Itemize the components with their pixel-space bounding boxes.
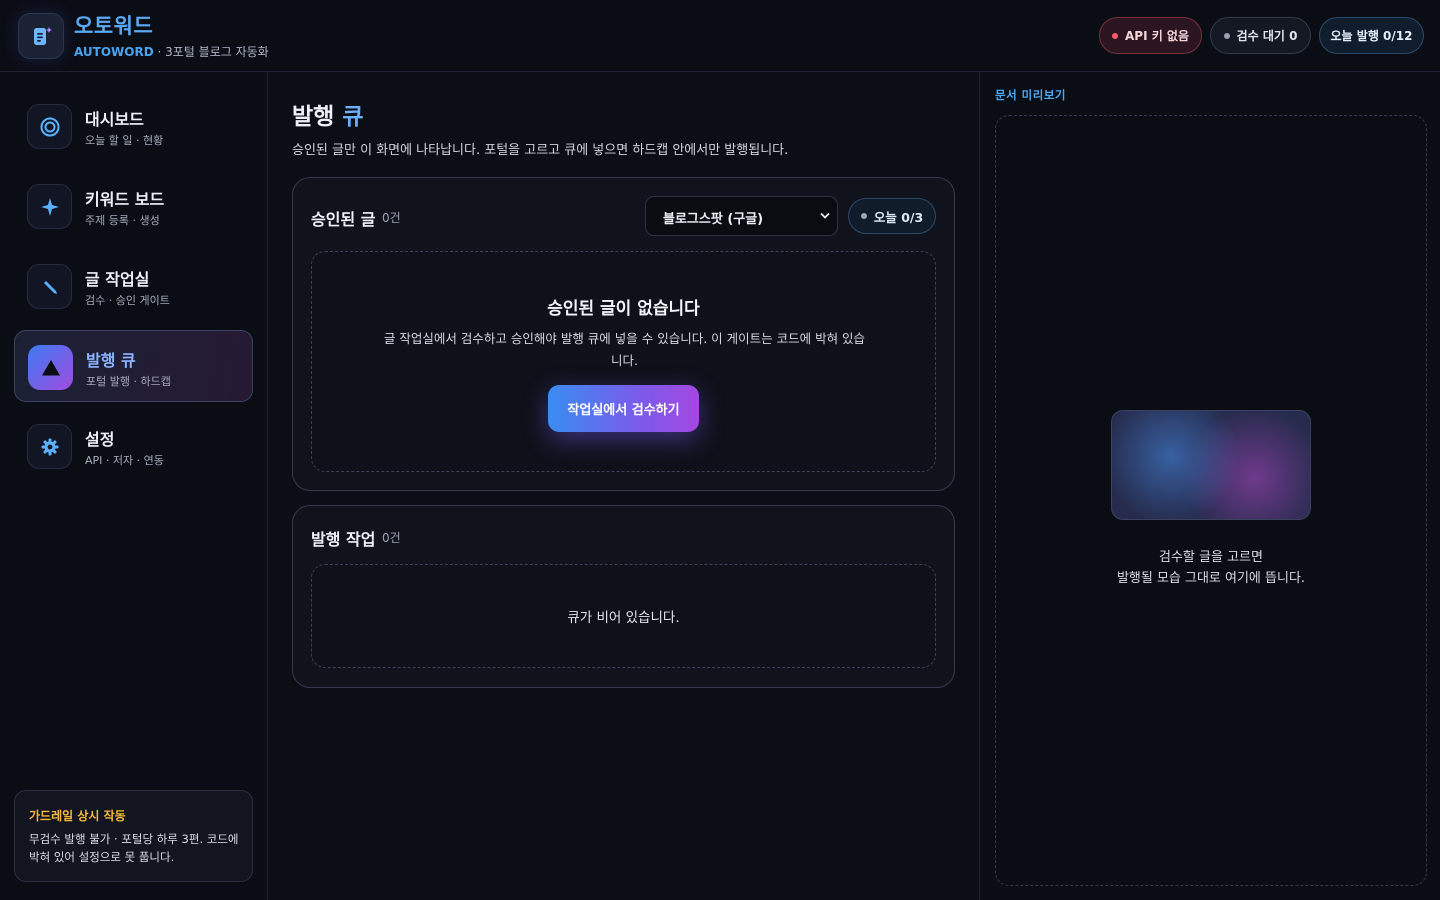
page-title-prefix: 발행 [292,104,343,130]
sidebar-item-publish-queue[interactable]: 발행 큐 포털 발행 · 하드캡 [14,330,253,402]
page-title: 발행 큐 [292,97,364,131]
publish-queue-empty-state: 큐가 비어 있습니다. [311,564,936,668]
api-key-status-label: API 키 없음 [1124,29,1190,43]
preview-label: 문서 미리보기 [995,88,1066,102]
guardrail-notice: 가드레일 상시 작동 무검수 발행 불가 · 포털당 하루 3편. 코드에 박혀… [14,790,253,882]
app-title: 오토워드 [74,14,154,38]
sidebar-item-writing-room[interactable]: 글 작업실 검수 · 승인 게이트 [14,250,253,322]
sidebar-item-title: 대시보드 [85,110,144,129]
sidebar-item-keyword-board[interactable]: 키워드 보드 주제 등록 · 생성 [14,170,253,242]
main-content: 발행 큐 승인된 글만 이 화면에 나타납니다. 포털을 고르고 큐에 넣으면 … [268,72,979,900]
approved-posts-count: 0건 [382,211,401,225]
sidebar-item-subtitle: 검수 · 승인 게이트 [85,294,170,307]
sidebar-item-title: 키워드 보드 [85,190,165,209]
status-dot-icon [1223,32,1230,39]
guardrail-title: 가드레일 상시 작동 [29,809,126,823]
guardrail-text: 무검수 발행 불가 · 포털당 하루 3편. 코드에 박혀 있어 설정으로 못 … [29,832,239,864]
sidebar-item-subtitle: 주제 등록 · 생성 [85,214,160,227]
app-header: 오토워드 AUTOWORD · 3포털 블로그 자동화 API 키 없음 검수 … [0,0,1440,72]
pencil-icon [27,264,72,309]
today-published-badge[interactable]: 오늘 발행 0/12 [1319,17,1424,54]
empty-state-title: 승인된 글이 없습니다 [547,299,700,319]
sidebar-item-subtitle: 포털 발행 · 하드캡 [86,375,171,388]
triangle-icon [28,345,73,390]
today-published-label: 오늘 발행 0/12 [1330,29,1413,43]
page-title-accent: 큐 [342,104,364,130]
sidebar-item-title: 글 작업실 [85,270,150,289]
portal-select[interactable]: 블로그스팟 (구글) [645,196,838,236]
portal-quota-label: 오늘 0/3 [873,209,924,225]
review-pending-badge[interactable]: 검수 대기 0 [1210,17,1311,54]
queue-empty-text: 큐가 비어 있습니다. [567,610,680,626]
publish-jobs-count: 0건 [382,531,401,545]
chevron-down-icon [820,212,830,219]
preview-hint-line: 발행될 모습 그대로 여기에 뜹니다. [1116,571,1306,586]
approved-empty-state: 승인된 글이 없습니다 글 작업실에서 검수하고 승인해야 발행 큐에 넣을 수… [311,251,936,472]
sidebar-item-subtitle: API · 저자 · 연동 [85,454,164,467]
approved-posts-title: 승인된 글 [311,210,376,229]
preview-hint-line: 검수할 글을 고르면 [1159,550,1263,565]
approved-posts-card: 승인된 글 0건 블로그스팟 (구글) 오늘 0/3 승인된 글이 없습니다 글… [292,177,955,491]
review-pending-label: 검수 대기 0 [1236,29,1298,43]
portal-select-value: 블로그스팟 (구글) [663,212,764,227]
preview-panel: 문서 미리보기 검수할 글을 고르면 발행될 모습 그대로 여기에 뜹니다. [979,72,1440,900]
api-key-status-badge[interactable]: API 키 없음 [1099,17,1202,54]
sidebar-item-subtitle: 오늘 할 일 · 현황 [85,134,164,147]
document-preview-frame: 검수할 글을 고르면 발행될 모습 그대로 여기에 뜹니다. [995,115,1427,886]
status-dot-icon [1111,32,1118,39]
brand-name: AUTOWORD [74,45,154,59]
sidebar-item-settings[interactable]: 설정 API · 저자 · 연동 [14,410,253,482]
sidebar-item-title: 발행 큐 [86,351,136,370]
page-description: 승인된 글만 이 화면에 나타납니다. 포털을 고르고 큐에 넣으면 하드캡 안… [292,143,789,158]
preview-hint: 검수할 글을 고르면 발행될 모습 그대로 여기에 뜹니다. [996,547,1426,589]
sidebar-item-dashboard[interactable]: 대시보드 오늘 할 일 · 현황 [14,90,253,162]
sidebar: 대시보드 오늘 할 일 · 현황 키워드 보드 주제 등록 · 생성 글 작업실… [0,72,268,900]
portal-quota-badge: 오늘 0/3 [848,198,936,234]
status-dot-icon [860,213,867,219]
app-subtitle: AUTOWORD · 3포털 블로그 자동화 [74,43,269,60]
target-icon [27,104,72,149]
publish-jobs-card: 발행 작업 0건 큐가 비어 있습니다. [292,505,955,688]
review-in-writing-room-button[interactable]: 작업실에서 검수하기 [548,385,699,432]
sidebar-item-title: 설정 [85,430,115,449]
sparkle-icon [27,184,72,229]
document-sparkle-icon [34,27,52,45]
app-tagline: · 3포털 블로그 자동화 [153,45,269,59]
preview-placeholder-image [1111,410,1311,520]
gear-icon [27,424,72,469]
app-logo[interactable] [18,13,64,59]
empty-state-description: 글 작업실에서 검수하고 승인해야 발행 큐에 넣을 수 있습니다. 이 게이트… [383,331,866,368]
publish-jobs-title: 발행 작업 [311,530,376,549]
